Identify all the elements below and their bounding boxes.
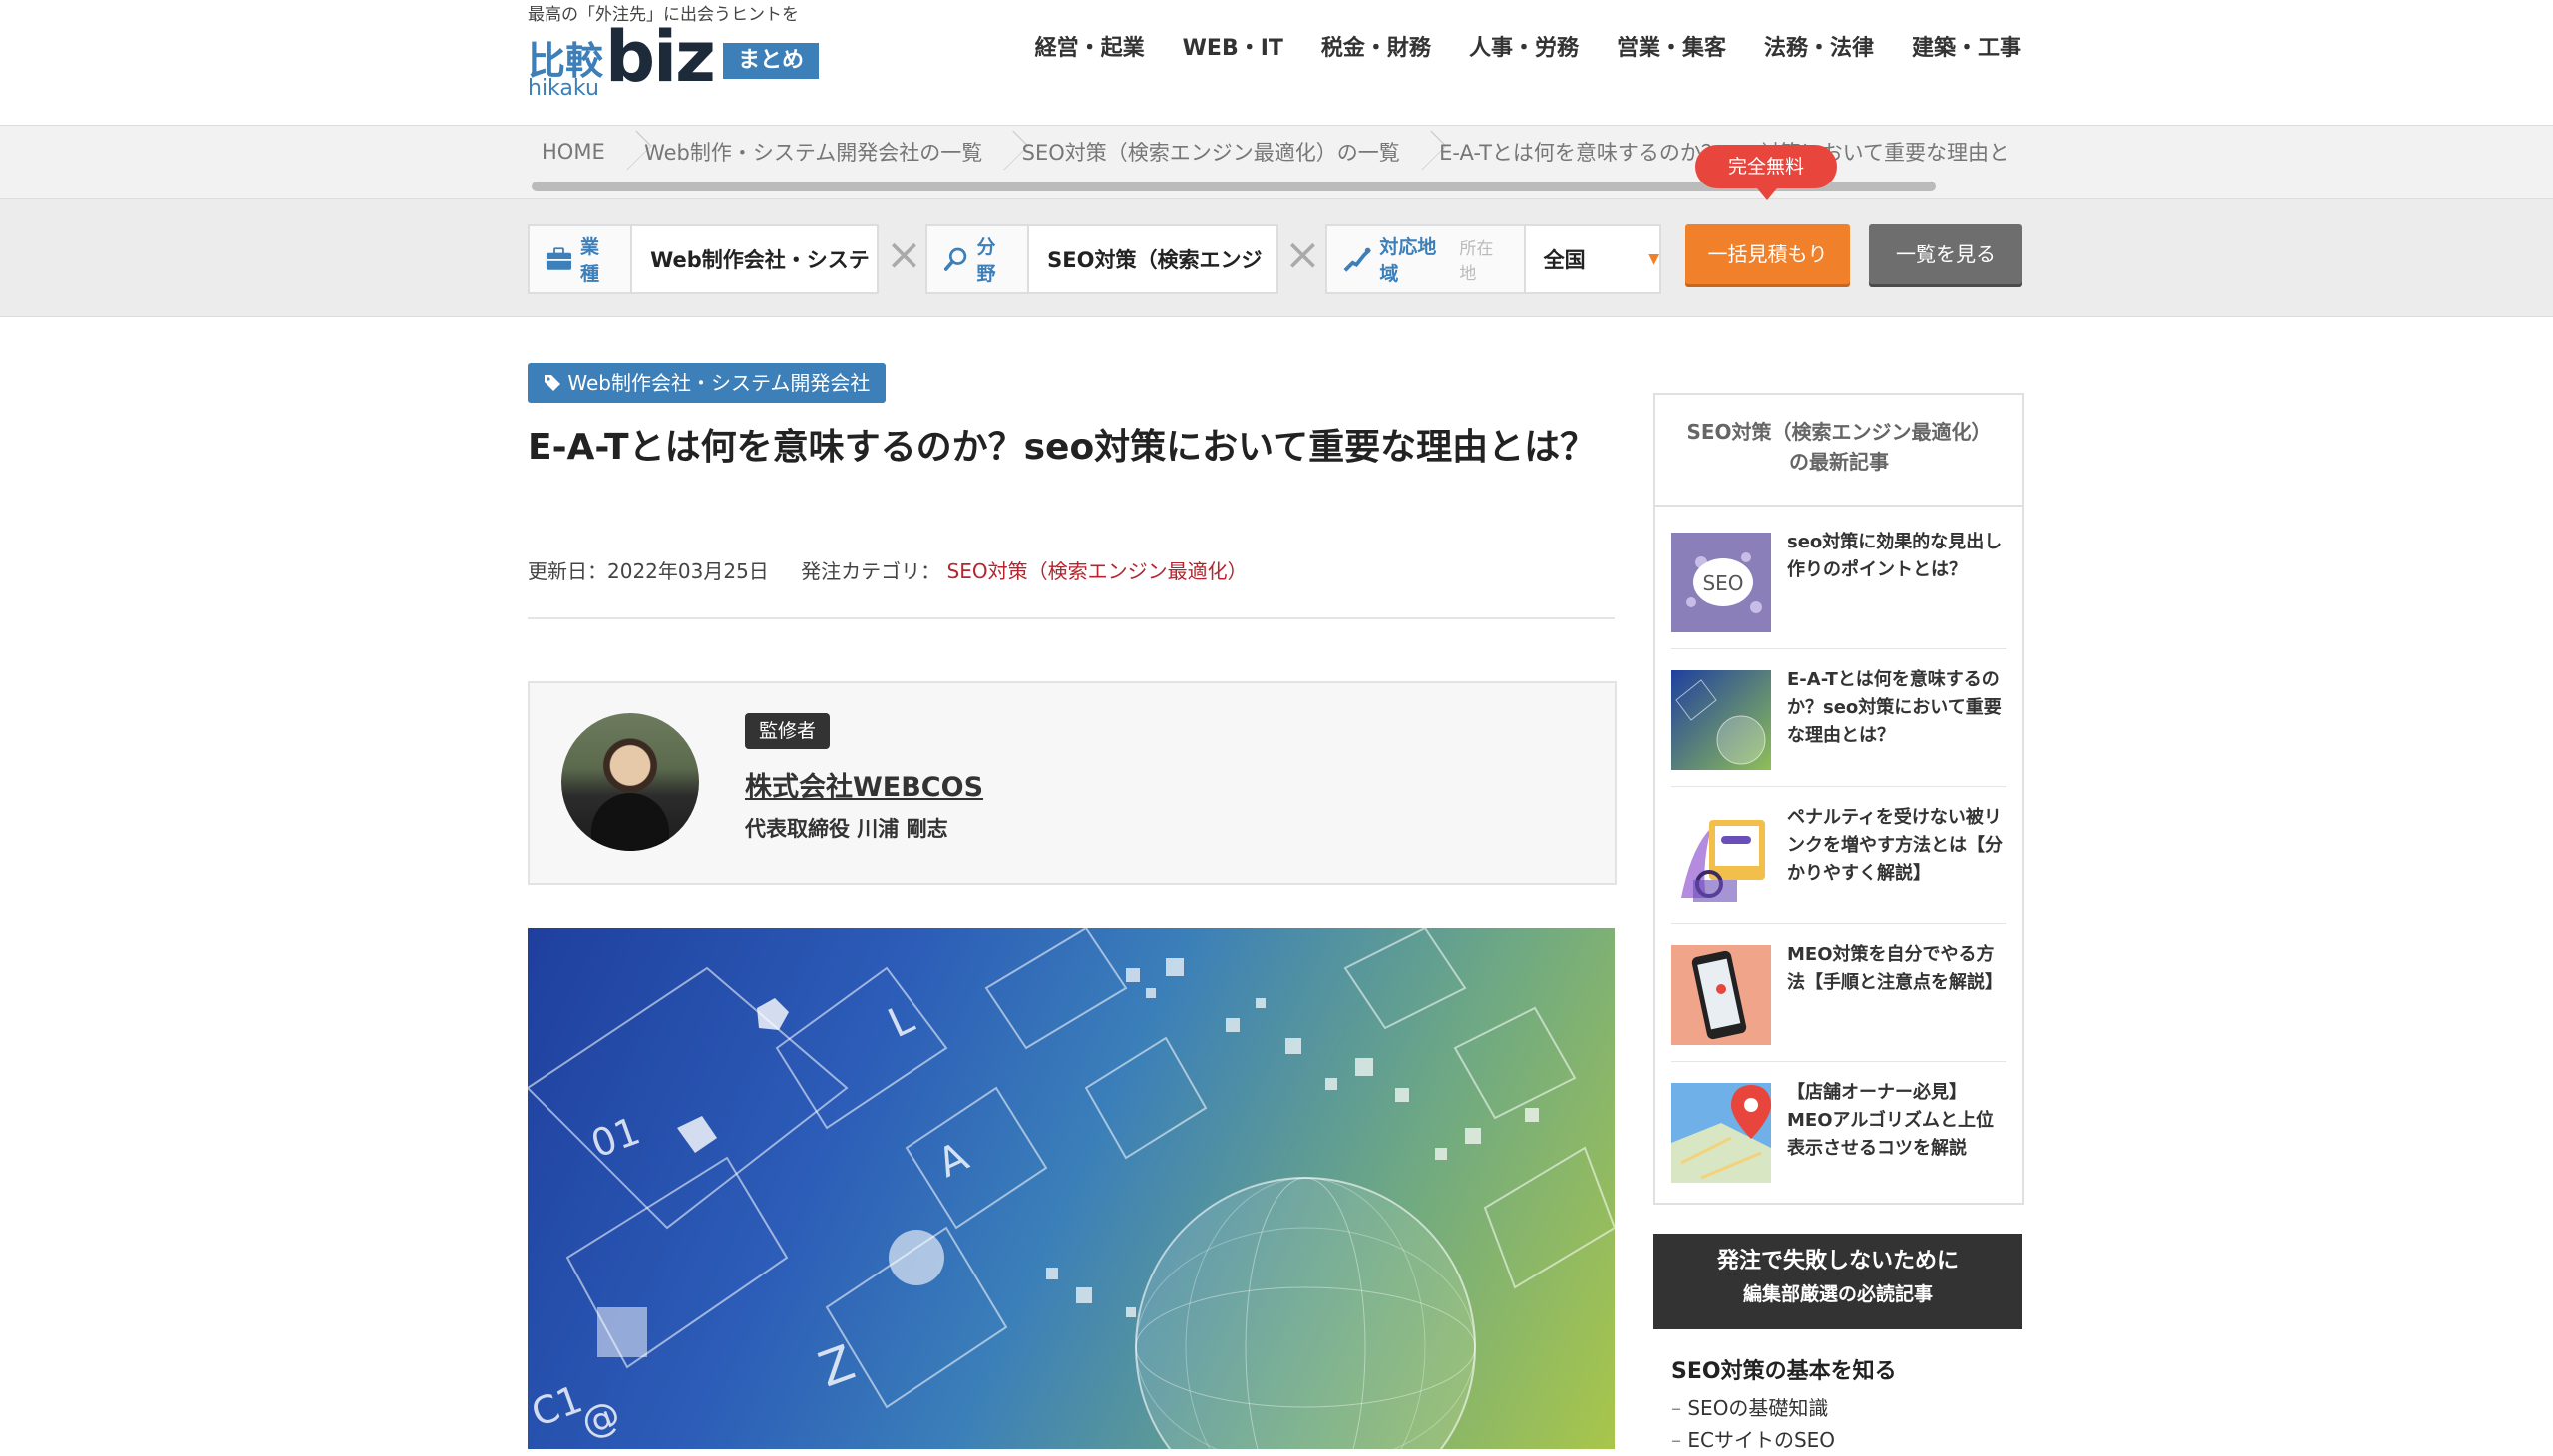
breadcrumb-separator xyxy=(996,126,1007,178)
page-title: E-A-Tとは何を意味するのか？seo対策において重要な理由とは？ xyxy=(528,427,1597,468)
seo-basics-link[interactable]: SEOの基礎知識 xyxy=(1671,1392,1835,1424)
breadcrumb-home[interactable]: HOME xyxy=(528,140,619,164)
latest-articles-widget: SEO対策（検索エンジン最適化） の最新記事 SEO seo対策に効果的な見出し… xyxy=(1653,393,2024,1205)
avatar xyxy=(561,713,699,851)
seo-basics-link[interactable]: ECサイトのSEO xyxy=(1671,1424,1835,1456)
svg-text:A: A xyxy=(931,1134,976,1188)
devices-illustration-thumbnail xyxy=(1671,808,1771,908)
latest-articles-title-1: SEO対策（検索エンジン最適化） xyxy=(1686,420,1992,444)
nav-item-web-it[interactable]: WEB・IT xyxy=(1183,30,1283,62)
list-item-title: 【店舗オーナー必見】MEOアルゴリズムと上位表示させるコツを解説 xyxy=(1787,1082,1994,1159)
category-tag-label: Web制作会社・システム開発会社 xyxy=(567,371,871,395)
nav-item-construction[interactable]: 建築・工事 xyxy=(1912,30,2021,62)
breadcrumb-separator xyxy=(1414,126,1425,178)
digital-globe-illustration: 01 L A Z C1 @ xyxy=(528,928,1615,1449)
search-icon xyxy=(943,247,967,271)
area-label-box: 対応地域 所在地 xyxy=(1327,226,1526,292)
field-select[interactable]: 分野 SEO対策（検索エンジ xyxy=(925,224,1278,294)
field-value: SEO対策（検索エンジ xyxy=(1047,248,1263,272)
global-nav: 経営・起業 WEB・IT 税金・財務 人事・労務 営業・集客 法務・法律 建築・… xyxy=(1035,30,2021,62)
nav-item-management[interactable]: 経営・起業 xyxy=(1035,30,1145,62)
chevron-down-icon: ▼ xyxy=(1648,251,1659,267)
svg-text:L: L xyxy=(882,996,921,1047)
list-item[interactable]: E-A-Tとは何を意味するのか？seo対策において重要な理由とは？ xyxy=(1671,656,2006,787)
seo-basics-heading: SEO対策の基本を知る xyxy=(1671,1359,1897,1384)
site-header: 最高の「外注先」に出会うヒントを 比較 hikaku biz まとめ 経営・起業… xyxy=(0,0,2553,126)
recommended-line-1: 発注で失敗しないために xyxy=(1716,1249,1959,1274)
search-bar: 業種 Web制作会社・システ × 分野 SEO対策（検索エンジ × 対応地域 所… xyxy=(0,199,2553,317)
nav-item-tax[interactable]: 税金・財務 xyxy=(1321,30,1431,62)
breadcrumb-web-companies[interactable]: Web制作・システム開発会社の一覧 xyxy=(630,137,996,167)
breadcrumb-separator xyxy=(619,126,630,178)
divider xyxy=(528,617,1615,619)
tag-icon xyxy=(545,375,560,391)
digital-globe-thumbnail xyxy=(1671,670,1771,770)
smartphone-map-thumbnail xyxy=(1671,945,1771,1045)
list-item[interactable]: MEO対策を自分でやる方法【手順と注意点を解説】 xyxy=(1671,931,2006,1062)
view-list-button[interactable]: 一覧を見る xyxy=(1869,224,2022,284)
seo-basics-list: SEOの基礎知識 ECサイトのSEO xyxy=(1671,1392,1835,1456)
svg-text:SEO: SEO xyxy=(1702,571,1743,595)
area-sublabel: 所在地 xyxy=(1459,239,1494,284)
svg-text:@: @ xyxy=(575,1391,626,1445)
times-icon: × xyxy=(1284,229,1321,280)
recommended-line-2: 編集部厳選の必読記事 xyxy=(1742,1283,1933,1305)
category-tag[interactable]: Web制作会社・システム開発会社 xyxy=(528,363,887,403)
list-item[interactable]: ペナルティを受けない被リンクを増やす方法とは【分かりやすく解説】 xyxy=(1671,794,2006,924)
field-label-box: 分野 xyxy=(927,226,1030,292)
area-value: 全国 xyxy=(1543,248,1586,272)
industry-select[interactable]: 業種 Web制作会社・システ xyxy=(528,224,879,294)
area-label: 対応地域 xyxy=(1379,236,1437,285)
hero-image: 01 L A Z C1 @ xyxy=(528,928,1615,1449)
breadcrumb-bar: HOME Web制作・システム開発会社の一覧 SEO対策（検索エンジン最適化）の… xyxy=(0,126,2553,199)
supervisor-badge: 監修者 xyxy=(745,713,831,749)
category-link[interactable]: SEO対策（検索エンジン最適化） xyxy=(947,559,1248,583)
site-logo[interactable]: 比較 hikaku biz まとめ xyxy=(528,16,827,101)
list-item[interactable]: 【店舗オーナー必見】MEOアルゴリズムと上位表示させるコツを解説 xyxy=(1671,1069,2006,1199)
list-item-title: E-A-Tとは何を意味するのか？seo対策において重要な理由とは？ xyxy=(1787,669,2002,746)
supervisor-role: 代表取締役 川浦 剛志 xyxy=(745,817,948,841)
industry-label-box: 業種 xyxy=(530,226,633,292)
logo-matome: まとめ xyxy=(723,43,819,79)
briefcase-icon xyxy=(546,247,572,270)
list-item-title: seo対策に効果的な見出し作りのポイントとは？ xyxy=(1787,532,2003,580)
latest-articles-title-2: の最新記事 xyxy=(1789,450,1889,474)
svg-text:01: 01 xyxy=(585,1109,645,1167)
logo-roman: hikaku xyxy=(528,76,599,101)
list-item[interactable]: SEO seo対策に効果的な見出し作りのポイントとは？ xyxy=(1671,519,2006,649)
svg-text:Z: Z xyxy=(812,1334,862,1398)
supervisor-box: 監修者 株式会社WEBCOS 代表取締役 川浦 剛志 xyxy=(528,681,1617,885)
logo-biz: biz xyxy=(605,16,716,98)
times-icon: × xyxy=(886,229,922,280)
industry-value: Web制作会社・システ xyxy=(650,248,870,272)
nav-item-sales[interactable]: 営業・集客 xyxy=(1617,30,1726,62)
list-item-title: ペナルティを受けない被リンクを増やす方法とは【分かりやすく解説】 xyxy=(1787,807,2003,884)
nav-item-hr[interactable]: 人事・労務 xyxy=(1469,30,1579,62)
updated-date: 更新日：2022年03月25日 xyxy=(528,559,769,583)
area-select[interactable]: 対応地域 所在地 全国 ▼ xyxy=(1325,224,1661,294)
article-meta: 更新日：2022年03月25日 発注カテゴリ： SEO対策（検索エンジン最適化） xyxy=(528,555,1248,584)
recommended-articles-header: 発注で失敗しないために 編集部厳選の必読記事 xyxy=(1653,1234,2022,1329)
latest-articles-header: SEO対策（検索エンジン最適化） の最新記事 xyxy=(1655,395,2022,507)
nav-item-legal[interactable]: 法務・法律 xyxy=(1764,30,1874,62)
list-item-title: MEO対策を自分でやる方法【手順と注意点を解説】 xyxy=(1787,944,2003,993)
area-icon xyxy=(1343,247,1371,272)
map-pin-thumbnail xyxy=(1671,1083,1771,1183)
breadcrumb-seo-list[interactable]: SEO対策（検索エンジン最適化）の一覧 xyxy=(1008,137,1414,167)
supervisor-company-link[interactable]: 株式会社WEBCOS xyxy=(745,765,983,804)
free-badge: 完全無料 xyxy=(1695,145,1837,200)
field-label: 分野 xyxy=(976,236,996,285)
category-label: 発注カテゴリ： xyxy=(801,559,941,583)
bulk-quote-button[interactable]: 一括見積もり xyxy=(1685,224,1850,284)
seo-bubble-thumbnail: SEO xyxy=(1671,533,1771,632)
industry-label: 業種 xyxy=(579,236,599,285)
